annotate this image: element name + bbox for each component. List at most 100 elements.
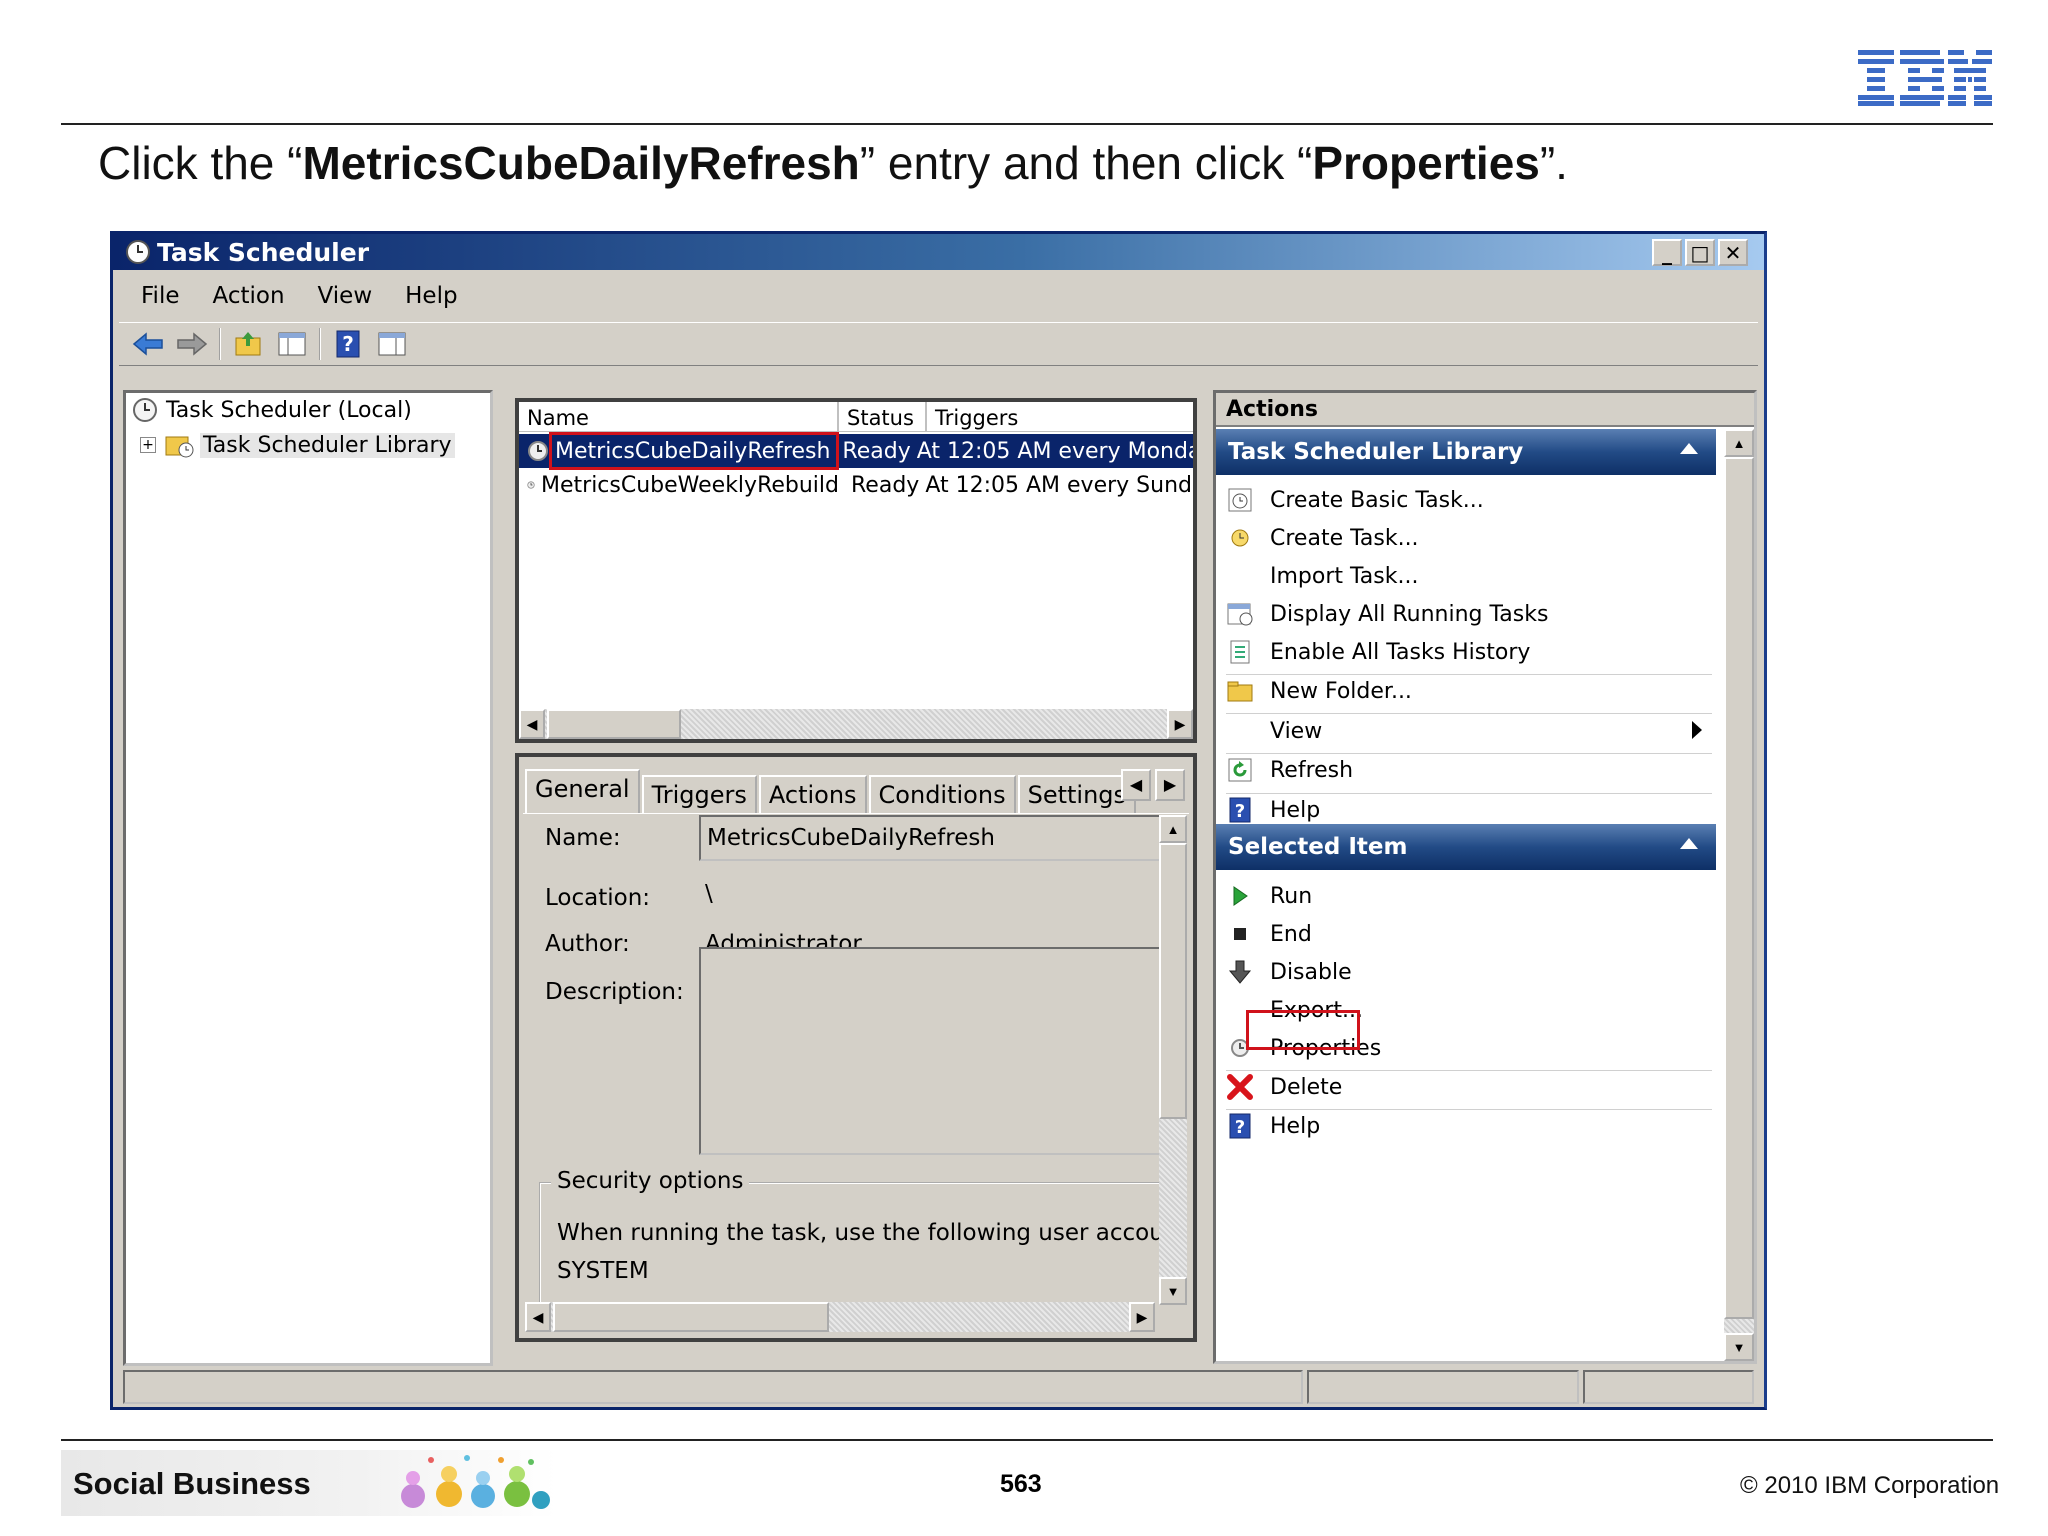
scroll-down-button[interactable]: ▼ xyxy=(1159,1277,1187,1305)
delete-icon xyxy=(1227,1074,1253,1100)
status-bar xyxy=(123,1370,1754,1404)
task-scheduler-window: Task Scheduler _ □ ✕ File Action View He… xyxy=(110,231,1767,1410)
scroll-thumb[interactable] xyxy=(1724,457,1754,1319)
clock-icon xyxy=(133,398,157,422)
window-title: Task Scheduler xyxy=(157,237,370,267)
tree-expander[interactable]: + xyxy=(140,437,156,453)
menu-view[interactable]: View xyxy=(318,283,373,309)
list-header: Name Status Triggers xyxy=(519,402,1193,432)
show-hide-action-pane-icon[interactable] xyxy=(375,327,409,361)
name-field[interactable]: MetricsCubeDailyRefresh xyxy=(699,815,1169,861)
tab-conditions[interactable]: Conditions xyxy=(868,775,1016,813)
security-text: When running the task, use the following… xyxy=(557,1220,1188,1246)
scroll-left-button[interactable]: ◀ xyxy=(519,709,545,739)
details-vscrollbar[interactable]: ▲ ▼ xyxy=(1159,815,1187,1305)
section-header-label: Selected Item xyxy=(1228,834,1408,860)
column-triggers[interactable]: Triggers xyxy=(927,402,1193,432)
tree-library-label: Task Scheduler Library xyxy=(200,432,455,458)
scroll-right-button[interactable]: ▶ xyxy=(1129,1302,1155,1332)
section-selected-item[interactable]: Selected Item xyxy=(1216,824,1716,870)
people-graphic xyxy=(401,1455,550,1509)
task-details: General Triggers Actions Conditions Sett… xyxy=(515,753,1197,1342)
footer-rule xyxy=(61,1439,1993,1441)
menu-bar: File Action View Help xyxy=(113,276,1764,316)
scroll-left-button[interactable]: ◀ xyxy=(525,1302,551,1332)
menu-file[interactable]: File xyxy=(141,283,180,309)
column-name[interactable]: Name xyxy=(519,402,839,432)
section-header-label: Task Scheduler Library xyxy=(1228,439,1524,465)
security-options-group: Security options When running the task, … xyxy=(539,1168,1187,1302)
section-task-scheduler-library[interactable]: Task Scheduler Library xyxy=(1216,429,1716,475)
task-trigger: At 12:05 AM every Monday xyxy=(916,438,1193,464)
tab-scroll-left-button[interactable]: ◀ xyxy=(1121,769,1151,801)
svg-text:?: ? xyxy=(342,332,354,356)
toolbar: ? xyxy=(119,322,1758,366)
scroll-up-button[interactable]: ▲ xyxy=(1159,815,1187,843)
location-value: \ xyxy=(705,881,713,907)
menu-action[interactable]: Action xyxy=(213,283,285,309)
minimize-button[interactable]: _ xyxy=(1652,239,1682,266)
action-delete[interactable]: Delete xyxy=(1216,1065,1716,1109)
scroll-thumb[interactable] xyxy=(553,1302,829,1332)
description-label: Description: xyxy=(545,979,684,1005)
tab-settings[interactable]: Settings xyxy=(1017,775,1137,813)
tree-root-label: Task Scheduler (Local) xyxy=(166,397,412,423)
svg-text:?: ? xyxy=(1235,801,1245,822)
location-label: Location: xyxy=(545,885,651,911)
scroll-up-button[interactable]: ▲ xyxy=(1724,429,1754,457)
running-tasks-icon xyxy=(1227,603,1253,626)
toolbar-separator xyxy=(219,328,221,360)
instruction-entry: MetricsCubeDailyRefresh xyxy=(302,137,860,189)
security-account: SYSTEM xyxy=(557,1258,649,1284)
collapse-caret-icon[interactable] xyxy=(1680,838,1698,849)
tree-item-library[interactable]: + Task Scheduler Library xyxy=(140,431,455,459)
action-help-selected[interactable]: ? Help xyxy=(1216,1104,1716,1148)
new-folder-icon xyxy=(1227,681,1253,702)
title-bar[interactable]: Task Scheduler _ □ ✕ xyxy=(113,234,1764,270)
description-field[interactable] xyxy=(699,947,1169,1155)
tab-triggers[interactable]: Triggers xyxy=(641,775,757,813)
clock-icon xyxy=(126,240,150,264)
menu-help[interactable]: Help xyxy=(405,283,457,309)
highlight-box-task xyxy=(549,432,839,470)
action-new-folder[interactable]: New Folder... xyxy=(1216,669,1716,713)
task-list: Name Status Triggers MetricsCubeDailyRef… xyxy=(515,398,1197,743)
actions-vscrollbar[interactable]: ▲ ▼ xyxy=(1724,429,1754,1361)
task-row-weekly-rebuild[interactable]: MetricsCubeWeeklyRebuild Ready At 12:05 … xyxy=(519,468,1193,502)
action-view[interactable]: View xyxy=(1216,709,1716,753)
column-status[interactable]: Status xyxy=(839,402,927,432)
collapse-caret-icon[interactable] xyxy=(1680,443,1698,454)
scroll-thumb[interactable] xyxy=(547,709,681,739)
show-hide-tree-icon[interactable] xyxy=(275,327,309,361)
action-refresh[interactable]: Refresh xyxy=(1216,748,1716,792)
details-hscrollbar[interactable]: ◀ ▶ xyxy=(525,1302,1155,1332)
help-icon: ? xyxy=(1229,1113,1251,1139)
scroll-right-button[interactable]: ▶ xyxy=(1167,709,1193,739)
help-icon[interactable]: ? xyxy=(331,327,365,361)
close-button[interactable]: ✕ xyxy=(1718,239,1748,266)
up-folder-icon[interactable] xyxy=(231,327,265,361)
detail-tabs: General Triggers Actions Conditions Sett… xyxy=(525,767,1138,813)
tree-pane: Task Scheduler (Local) + Task Scheduler … xyxy=(123,390,493,1366)
back-arrow-icon[interactable] xyxy=(131,327,165,361)
scroll-down-button[interactable]: ▼ xyxy=(1724,1333,1754,1361)
ibm-logo xyxy=(1858,50,1992,106)
tab-actions[interactable]: Actions xyxy=(758,775,867,813)
author-label: Author: xyxy=(545,931,630,957)
create-basic-task-icon xyxy=(1228,488,1252,512)
scroll-thumb[interactable] xyxy=(1159,843,1187,1119)
status-panel xyxy=(1583,1370,1754,1404)
forward-arrow-icon[interactable] xyxy=(175,327,209,361)
maximize-button[interactable]: □ xyxy=(1685,239,1715,266)
copyright: © 2010 IBM Corporation xyxy=(1740,1472,2000,1499)
task-trigger: At 12:05 AM every Sunday xyxy=(925,472,1193,498)
brand-label: Social Business xyxy=(73,1466,311,1501)
name-label: Name: xyxy=(545,825,621,851)
page-number: 563 xyxy=(1000,1470,1042,1498)
tab-scroll-right-button[interactable]: ▶ xyxy=(1155,769,1185,801)
instruction-action: Properties xyxy=(1312,137,1540,189)
tab-general[interactable]: General xyxy=(525,769,640,813)
tree-item-root[interactable]: Task Scheduler (Local) xyxy=(132,397,412,423)
action-enable-history[interactable]: Enable All Tasks History xyxy=(1216,630,1716,674)
list-hscrollbar[interactable]: ◀ ▶ xyxy=(519,709,1193,739)
